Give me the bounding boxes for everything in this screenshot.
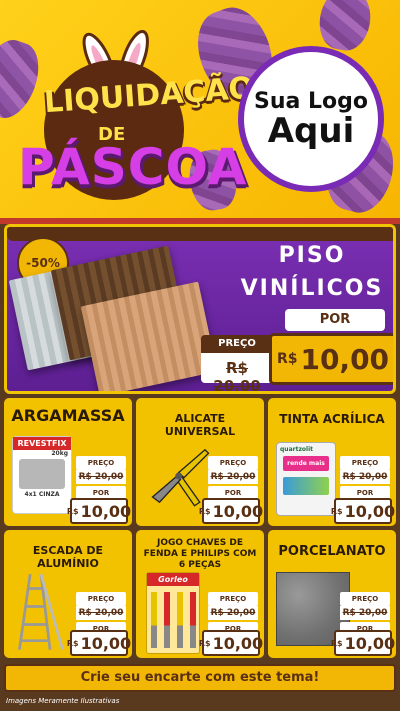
ladder-image: [18, 573, 64, 651]
old-price: R$ 20,00: [340, 606, 390, 620]
header-banner: LIQUIDAÇÃO DE PÁSCOA Sua Logo Aqui: [0, 0, 400, 222]
new-price-box: R$ 10,00: [199, 498, 263, 524]
old-price: R$ 20,00: [208, 470, 258, 484]
mortar-bag-image: REVESTFIX 20kg 4x1 CINZA: [12, 436, 72, 514]
price-label: PREÇO: [340, 592, 390, 606]
easter-sale-logo: LIQUIDAÇÃO DE PÁSCOA: [14, 30, 255, 210]
logo-placeholder[interactable]: Sua Logo Aqui: [238, 46, 384, 192]
product-card-argamassa[interactable]: ARGAMASSA REVESTFIX 20kg 4x1 CINZA PREÇO…: [4, 398, 132, 526]
new-price-box: R$ 10,00: [67, 498, 131, 524]
product-title: TINTA ACRÍLICA: [279, 412, 385, 426]
price-label: PREÇO: [201, 335, 273, 353]
price-label: PREÇO: [340, 456, 390, 470]
product-card-tinta[interactable]: TINTA ACRÍLICA quartzolit rende mais PRE…: [268, 398, 396, 526]
screwdriver-set-image: Gorleo: [146, 572, 200, 654]
product-card-porcelanato[interactable]: PORCELANATO PREÇO R$ 20,00 POR R$ 10,00: [268, 530, 396, 658]
easter-egg-decoration: [315, 0, 375, 54]
product-title: ESCADA DE ALUMÍNIO: [32, 544, 104, 571]
new-price-box: R$ 10,00: [331, 498, 395, 524]
old-price: R$ 20,00: [208, 606, 258, 620]
logo-placeholder-line1: Sua Logo: [253, 88, 368, 114]
new-price-box: R$ 10,00: [67, 630, 131, 656]
brand-word-pascoa: PÁSCOA: [18, 138, 248, 196]
new-price: 10,00: [300, 342, 390, 376]
price-label: PREÇO: [208, 592, 258, 606]
create-flyer-button[interactable]: Crie seu encarte com este tema!: [4, 664, 396, 692]
paint-can-image: quartzolit rende mais: [276, 442, 336, 516]
product-card-chaves[interactable]: JOGO CHAVES DE FENDA E PHILIPS COM 6 PEÇ…: [136, 530, 264, 658]
logo-placeholder-line2: Aqui: [267, 110, 355, 151]
new-price-box: R$ 10,00: [331, 630, 395, 656]
currency-symbol: R$: [276, 351, 298, 367]
new-price-box: R$ 10,00: [199, 630, 263, 656]
por-label: POR: [285, 309, 385, 331]
product-title: ARGAMASSA: [11, 406, 125, 425]
old-price: R$ 20,00: [213, 359, 261, 394]
product-card-alicate[interactable]: ALICATE UNIVERSAL PREÇO R$ 20,00 POR R$ 1…: [136, 398, 264, 526]
old-price: R$ 20,00: [76, 606, 126, 620]
old-price: R$ 20,00: [76, 470, 126, 484]
new-price-box: R$ 10,00: [269, 333, 393, 385]
disclaimer-text: Imagens Meramente Ilustrativas: [6, 697, 120, 705]
old-price-box: PREÇO R$ 20,00: [201, 335, 273, 391]
featured-product-card[interactable]: -50% PISO VINÍLICOS PREÇO R$ 20,00 POR R…: [4, 224, 396, 394]
product-card-escada[interactable]: ESCADA DE ALUMÍNIO PREÇO R$ 20,00 POR R$…: [4, 530, 132, 658]
price-label: PREÇO: [76, 592, 126, 606]
product-grid: ARGAMASSA REVESTFIX 20kg 4x1 CINZA PREÇO…: [4, 398, 396, 662]
price-label: PREÇO: [208, 456, 258, 470]
featured-product-title: PISO VINÍLICOS: [240, 243, 384, 301]
product-title: ALICATE UNIVERSAL: [164, 412, 236, 439]
old-price: R$ 20,00: [340, 470, 390, 484]
price-label: PREÇO: [76, 456, 126, 470]
product-title: JOGO CHAVES DE FENDA E PHILIPS COM 6 PEÇ…: [143, 538, 257, 570]
product-title: PORCELANATO: [278, 544, 386, 559]
